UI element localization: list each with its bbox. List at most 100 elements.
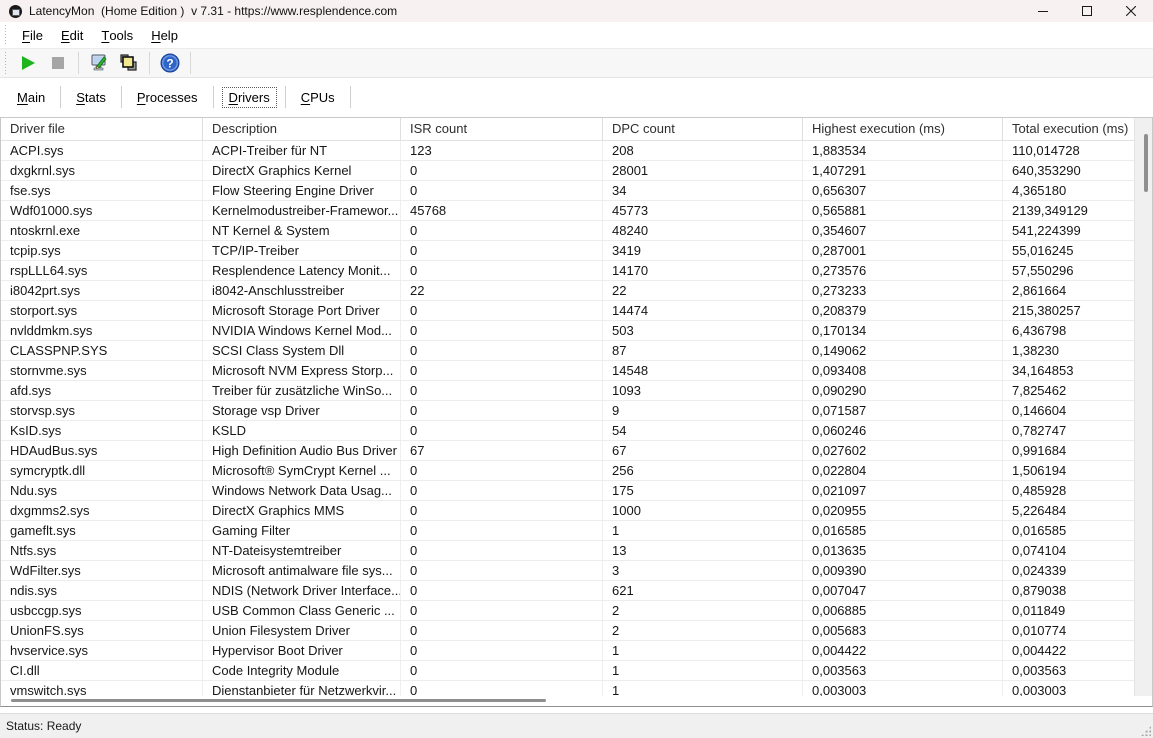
table-row[interactable]: ACPI.sys ACPI-Treiber für NT 123 208 1,8… bbox=[1, 141, 1134, 161]
table-row[interactable]: Wdf01000.sys Kernelmodustreiber-Framewor… bbox=[1, 201, 1134, 221]
table-row[interactable]: vmswitch.sys Dienstanbieter für Netzwerk… bbox=[1, 681, 1134, 696]
column-header-dpc-count[interactable]: DPC count bbox=[603, 118, 803, 140]
table-row[interactable]: rspLLL64.sys Resplendence Latency Monit.… bbox=[1, 261, 1134, 281]
cell-total-execution: 110,014728 bbox=[1012, 143, 1080, 158]
cell-description: NDIS (Network Driver Interface... bbox=[203, 581, 401, 600]
cell-highest-execution: 0,093408 bbox=[803, 361, 1003, 380]
drivers-table: Driver file Description ISR count DPC co… bbox=[0, 117, 1153, 707]
tabbar: Main Stats Processes Drivers CPUs bbox=[0, 82, 1153, 112]
table-row[interactable]: dxgmms2.sys DirectX Graphics MMS 0 1000 … bbox=[1, 501, 1134, 521]
table-row[interactable]: ndis.sys NDIS (Network Driver Interface.… bbox=[1, 581, 1134, 601]
cell-description: Kernelmodustreiber-Framewor... bbox=[203, 201, 401, 220]
table-row[interactable]: nvlddmkm.sys NVIDIA Windows Kernel Mod..… bbox=[1, 321, 1134, 341]
table-row[interactable]: i8042prt.sys i8042-Anschlusstreiber 22 2… bbox=[1, 281, 1134, 301]
start-monitor-button[interactable] bbox=[13, 50, 43, 76]
copy-pages-icon bbox=[120, 54, 137, 71]
table-row[interactable]: CI.dll Code Integrity Module 0 1 0,00356… bbox=[1, 661, 1134, 681]
tab-processes[interactable]: Processes bbox=[130, 87, 205, 108]
cell-highest-execution: 0,007047 bbox=[803, 581, 1003, 600]
column-header-driver-file[interactable]: Driver file bbox=[1, 118, 203, 140]
resize-grip[interactable] bbox=[1141, 726, 1151, 736]
tab-drivers[interactable]: Drivers bbox=[221, 86, 277, 108]
tab-cpus[interactable]: CPUs bbox=[294, 87, 342, 108]
table-row[interactable]: ntoskrnl.exe NT Kernel & System 0 48240 … bbox=[1, 221, 1134, 241]
cell-isr-count: 0 bbox=[401, 641, 603, 660]
horizontal-scrollbar-thumb[interactable] bbox=[11, 699, 546, 702]
maximize-button[interactable] bbox=[1065, 0, 1109, 22]
table-row[interactable]: symcryptk.dll Microsoft® SymCrypt Kernel… bbox=[1, 461, 1134, 481]
table-row[interactable]: gameflt.sys Gaming Filter 0 1 0,016585 0… bbox=[1, 521, 1134, 541]
help-button[interactable]: ? bbox=[155, 50, 185, 76]
table-row[interactable]: WdFilter.sys Microsoft antimalware file … bbox=[1, 561, 1134, 581]
table-row[interactable]: stornvme.sys Microsoft NVM Express Storp… bbox=[1, 361, 1134, 381]
table-row[interactable]: HDAudBus.sys High Definition Audio Bus D… bbox=[1, 441, 1134, 461]
tab-stats[interactable]: Stats bbox=[69, 87, 113, 108]
table-row[interactable]: fse.sys Flow Steering Engine Driver 0 34… bbox=[1, 181, 1134, 201]
table-row[interactable]: dxgkrnl.sys DirectX Graphics Kernel 0 28… bbox=[1, 161, 1134, 181]
statusbar: Status: Ready bbox=[0, 713, 1153, 738]
close-button[interactable] bbox=[1109, 0, 1153, 22]
menubar-grip[interactable] bbox=[4, 24, 7, 46]
table-row[interactable]: Ndu.sys Windows Network Data Usag... 0 1… bbox=[1, 481, 1134, 501]
tab-main[interactable]: Main bbox=[10, 87, 52, 108]
cell-description: Microsoft Storage Port Driver bbox=[203, 301, 401, 320]
cell-isr-count: 0 bbox=[401, 341, 603, 360]
cell-total-execution: 2139,349129 bbox=[1012, 203, 1088, 218]
menu-tools[interactable]: Tools bbox=[92, 22, 142, 48]
vertical-scrollbar-thumb[interactable] bbox=[1144, 134, 1148, 192]
cell-description: NT Kernel & System bbox=[203, 221, 401, 240]
table-row[interactable]: CLASSPNP.SYS SCSI Class System Dll 0 87 … bbox=[1, 341, 1134, 361]
cell-description: Gaming Filter bbox=[203, 521, 401, 540]
vertical-scrollbar[interactable] bbox=[1134, 118, 1152, 696]
cell-dpc-count: 1093 bbox=[603, 381, 803, 400]
cell-dpc-count: 28001 bbox=[603, 161, 803, 180]
table-row[interactable]: afd.sys Treiber für zusätzliche WinSo...… bbox=[1, 381, 1134, 401]
titlebar: LatencyMon (Home Edition ) v 7.31 - http… bbox=[0, 0, 1153, 22]
menu-file[interactable]: File bbox=[13, 22, 52, 48]
menu-help[interactable]: Help bbox=[142, 22, 187, 48]
table-row[interactable]: hvservice.sys Hypervisor Boot Driver 0 1… bbox=[1, 641, 1134, 661]
cell-total-execution: 57,550296 bbox=[1012, 263, 1074, 278]
cell-total-execution: 0,782747 bbox=[1012, 423, 1067, 438]
cell-isr-count: 0 bbox=[401, 361, 603, 380]
cell-dpc-count: 9 bbox=[603, 401, 803, 420]
horizontal-scrollbar[interactable] bbox=[1, 696, 1134, 706]
cell-driver-file: i8042prt.sys bbox=[1, 281, 203, 300]
column-header-highest-execution[interactable]: Highest execution (ms) bbox=[803, 118, 1003, 140]
svg-text:?: ? bbox=[166, 56, 173, 70]
minimize-button[interactable] bbox=[1021, 0, 1065, 22]
cell-highest-execution: 0,005683 bbox=[803, 621, 1003, 640]
table-row[interactable]: storvsp.sys Storage vsp Driver 0 9 0,071… bbox=[1, 401, 1134, 421]
toolbar-grip[interactable] bbox=[4, 51, 7, 75]
cell-driver-file: HDAudBus.sys bbox=[1, 441, 203, 460]
table-row[interactable]: UnionFS.sys Union Filesystem Driver 0 2 … bbox=[1, 621, 1134, 641]
report-button[interactable] bbox=[114, 50, 144, 76]
table-row[interactable]: tcpip.sys TCP/IP-Treiber 0 3419 0,287001… bbox=[1, 241, 1134, 261]
cell-description: High Definition Audio Bus Driver bbox=[203, 441, 401, 460]
menu-edit[interactable]: Edit bbox=[52, 22, 92, 48]
cell-dpc-count: 2 bbox=[603, 621, 803, 640]
column-header-isr-count[interactable]: ISR count bbox=[401, 118, 603, 140]
cell-highest-execution: 0,208379 bbox=[803, 301, 1003, 320]
cell-isr-count: 0 bbox=[401, 321, 603, 340]
cell-driver-file: UnionFS.sys bbox=[1, 621, 203, 640]
cell-isr-count: 0 bbox=[401, 621, 603, 640]
cell-description: Treiber für zusätzliche WinSo... bbox=[203, 381, 401, 400]
cell-dpc-count: 3419 bbox=[603, 241, 803, 260]
table-row[interactable]: Ntfs.sys NT-Dateisystemtreiber 0 13 0,01… bbox=[1, 541, 1134, 561]
cell-total-execution: 0,004422 bbox=[1012, 643, 1067, 658]
column-header-total-execution[interactable]: Total execution (ms) bbox=[1003, 118, 1152, 140]
cell-highest-execution: 0,009390 bbox=[803, 561, 1003, 580]
table-row[interactable]: KsID.sys KSLD 0 54 0,060246 0,782747 bbox=[1, 421, 1134, 441]
cell-dpc-count: 256 bbox=[603, 461, 803, 480]
table-row[interactable]: storport.sys Microsoft Storage Port Driv… bbox=[1, 301, 1134, 321]
cell-highest-execution: 0,273233 bbox=[803, 281, 1003, 300]
stop-monitor-button[interactable] bbox=[43, 50, 73, 76]
cell-highest-execution: 0,287001 bbox=[803, 241, 1003, 260]
close-icon bbox=[1126, 6, 1136, 16]
table-row[interactable]: usbccgp.sys USB Common Class Generic ...… bbox=[1, 601, 1134, 621]
cell-total-execution: 55,016245 bbox=[1012, 243, 1074, 258]
options-button[interactable] bbox=[84, 50, 114, 76]
column-header-description[interactable]: Description bbox=[203, 118, 401, 140]
cell-highest-execution: 0,013635 bbox=[803, 541, 1003, 560]
